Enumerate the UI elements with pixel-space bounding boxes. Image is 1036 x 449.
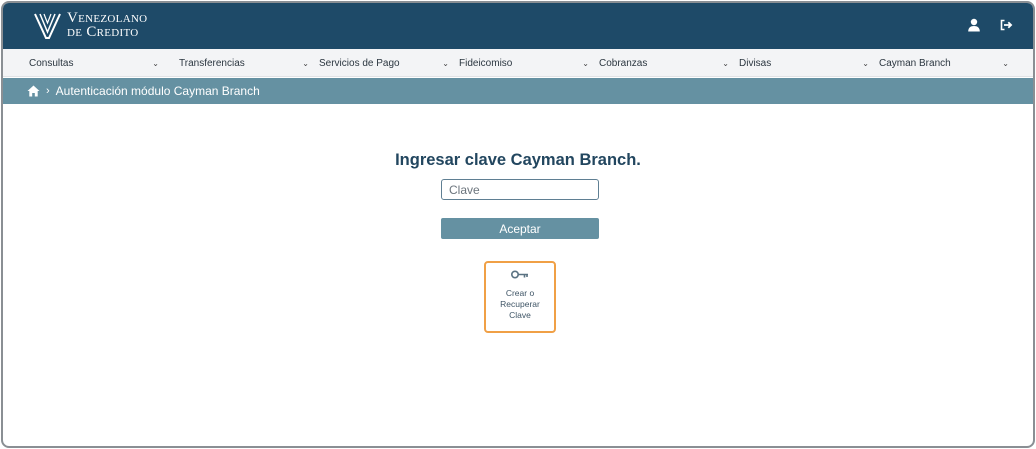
menu-item-label: Fideicomiso bbox=[459, 57, 513, 69]
chevron-down-icon: ⌄ bbox=[582, 58, 589, 68]
create-recover-key-button[interactable]: Crear o Recuperar Clave bbox=[484, 261, 556, 333]
header-actions bbox=[967, 18, 1013, 32]
breadcrumb: › Autenticación módulo Cayman Branch bbox=[3, 78, 1033, 104]
page-title: Ingresar clave Cayman Branch. bbox=[395, 151, 641, 169]
menu-item-label: Servicios de Pago bbox=[319, 57, 400, 69]
key-icon bbox=[511, 270, 528, 279]
main-menu: Consultas ⌄ Transferencias ⌄ Servicios d… bbox=[3, 49, 1033, 77]
chevron-down-icon: ⌄ bbox=[722, 58, 729, 68]
menu-item-cobranzas[interactable]: Cobranzas ⌄ bbox=[599, 49, 729, 77]
chevron-down-icon: ⌄ bbox=[152, 58, 159, 68]
brand-logo[interactable]: Venezolano de Credito bbox=[33, 11, 147, 41]
menu-item-divisas[interactable]: Divisas ⌄ bbox=[739, 49, 869, 77]
brand-line-2: de Credito bbox=[67, 24, 139, 40]
chevron-down-icon: ⌄ bbox=[862, 58, 869, 68]
menu-item-label: Cayman Branch bbox=[879, 57, 951, 69]
logout-icon[interactable] bbox=[999, 18, 1013, 32]
menu-item-transferencias[interactable]: Transferencias ⌄ bbox=[179, 49, 309, 77]
create-recover-key-label: Crear o Recuperar Clave bbox=[500, 288, 540, 320]
menu-item-fideicomiso[interactable]: Fideicomiso ⌄ bbox=[459, 49, 589, 77]
brand-logo-icon bbox=[34, 13, 61, 39]
menu-item-servicios-de-pago[interactable]: Servicios de Pago ⌄ bbox=[319, 49, 449, 77]
menu-item-cayman-branch[interactable]: Cayman Branch ⌄ bbox=[879, 49, 1009, 77]
chevron-down-icon: ⌄ bbox=[442, 58, 449, 68]
brand-line-1: Venezolano bbox=[67, 10, 148, 26]
chevron-down-icon: ⌄ bbox=[1002, 58, 1009, 68]
home-icon[interactable] bbox=[27, 85, 40, 97]
user-icon[interactable] bbox=[967, 18, 981, 32]
menu-item-label: Divisas bbox=[739, 57, 772, 69]
menu-item-label: Cobranzas bbox=[599, 57, 648, 69]
top-header: Venezolano de Credito bbox=[3, 3, 1033, 49]
app-window: Venezolano de Credito Consultas ⌄ Transf… bbox=[1, 1, 1035, 448]
chevron-down-icon: ⌄ bbox=[302, 58, 309, 68]
password-input[interactable] bbox=[441, 179, 599, 200]
menu-item-consultas[interactable]: Consultas ⌄ bbox=[29, 49, 159, 77]
breadcrumb-separator: › bbox=[46, 85, 50, 97]
submit-button[interactable]: Aceptar bbox=[441, 218, 599, 239]
breadcrumb-current: Autenticación módulo Cayman Branch bbox=[55, 84, 260, 98]
menu-item-label: Consultas bbox=[29, 57, 74, 69]
menu-item-label: Transferencias bbox=[179, 57, 245, 69]
brand-name: Venezolano de Credito bbox=[67, 10, 148, 40]
